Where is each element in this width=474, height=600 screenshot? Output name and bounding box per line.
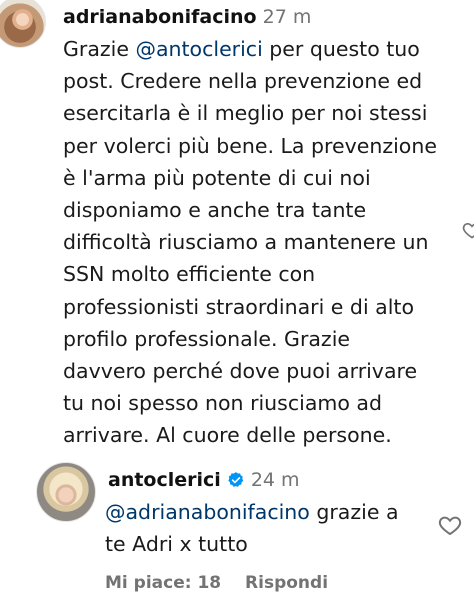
verified-badge-icon [228,472,244,487]
username[interactable]: adrianabonifacino [63,6,257,28]
reply-line: te Adri x tutto [105,532,248,556]
comment-text-segment: per questo tuo [262,37,420,61]
reply-header: antoclerici 24 m [108,468,300,492]
comment-text: Grazie @antoclerici per questo tuo post.… [63,33,458,452]
heart-icon[interactable] [462,220,474,240]
reply-button[interactable]: Rispondi [245,573,328,593]
username[interactable]: antoclerici [108,468,221,492]
comment-line: difficoltà riusciamo a mantenere un [63,230,429,255]
comment-line: è l'arma più potente di cui noi [63,165,371,190]
mention-link[interactable]: @adrianabonifacino [105,500,310,524]
reply-actions: Mi piace: 18 Rispondi [105,572,346,594]
comment-line: Grazie @antoclerici per questo tuo [63,33,458,65]
comment-text-segment: Grazie [63,37,136,61]
comment-line: SSN molto efficiente con [63,262,316,287]
comment: adrianabonifacino 27 m Grazie @antocleri… [0,0,474,450]
comment-line: profilo professionale. Grazie [63,326,350,351]
avatar[interactable] [36,462,96,522]
comment-line: arrivare. Al cuore delle persone. [63,423,392,448]
timestamp: 27 m [262,6,312,28]
avatar[interactable] [0,0,46,48]
mention-link[interactable]: @antoclerici [135,37,262,61]
reply-line: @adrianabonifacino grazie a [105,496,425,528]
comment-line: tu noi spesso non riusciamo ad [63,391,382,416]
comment-header: adrianabonifacino 27 m [63,5,311,29]
comment-line: disponiamo e anche tra tante [63,198,367,223]
comment-line: professionisti straordinari e di alto [63,294,414,319]
comment-line: davvero perché dove puoi arrivare [63,359,418,384]
comment-line: post. Credere nella prevenzione ed [63,69,423,94]
reply-text-segment: grazie a [309,500,399,524]
reply-text: @adrianabonifacino grazie a te Adri x tu… [105,496,425,560]
comment-line: per volerci più bene. La prevenzione [63,133,437,158]
timestamp: 24 m [250,469,300,491]
comment-line: esercitarla è il meglio per noi stessi [63,101,428,126]
likes-count[interactable]: Mi piace: 18 [105,573,221,593]
heart-icon[interactable] [438,513,462,537]
